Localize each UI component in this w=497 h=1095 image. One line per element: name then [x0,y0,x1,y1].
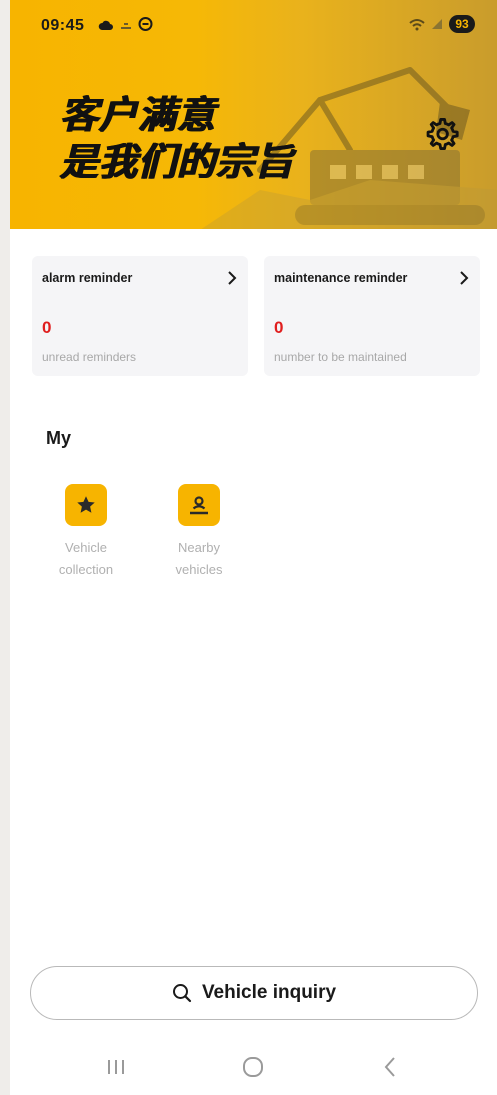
alarm-count: 0 [42,318,52,337]
home-icon [243,1057,263,1077]
chevron-right-icon [460,271,469,285]
app-screen: 09:45 93 客户满意 是我们的宗旨 alarm reminder 0 un… [10,0,497,1095]
nearby-vehicles-icon-tile [178,484,220,526]
vehicle-collection-button[interactable]: Vehicle collection [46,484,126,581]
slogan-line-2: 是我们的宗旨 [60,142,295,184]
vehicle-collection-icon-tile [65,484,107,526]
maintenance-subtitle: number to be maintained [274,350,407,364]
signal-small-icon [121,22,131,29]
nearby-vehicles-label-line-1: Nearby [178,540,220,555]
message-icon [138,17,153,31]
status-right-icons: 93 [409,15,475,33]
hero-slogan: 客户满意 是我们的宗旨 [60,93,294,187]
battery-icon: 93 [449,15,475,33]
back-icon [384,1057,395,1077]
status-bar: 09:45 93 [10,0,497,52]
nearby-vehicles-button[interactable]: Nearby vehicles [159,484,239,581]
vehicle-inquiry-button[interactable]: Vehicle inquiry [30,966,478,1020]
search-icon [172,984,192,1003]
maintenance-count: 0 [274,318,284,337]
recents-icon [108,1060,124,1074]
vehicle-collection-label: Vehicle collection [46,537,126,581]
alarm-reminder-title: alarm reminder [42,271,133,285]
nearby-vehicles-label: Nearby vehicles [159,537,239,581]
maintenance-reminder-card[interactable]: maintenance reminder 0 number to be main… [264,256,480,376]
my-section-title: My [46,428,72,448]
settings-button[interactable] [420,112,464,156]
maintenance-reminder-title: maintenance reminder [274,271,408,285]
vehicle-inquiry-label: Vehicle inquiry [201,982,337,1003]
system-nav-bar [10,1040,497,1095]
status-time: 09:45 [41,17,85,34]
status-left-icons [98,17,153,32]
cloud-icon [98,20,113,30]
back-button[interactable] [372,1052,408,1082]
nearby-vehicles-label-line-2: vehicles [175,562,223,577]
cellular-icon [432,19,442,29]
vehicle-collection-label-line-2: collection [58,562,114,577]
slogan-line-1: 客户满意 [60,95,217,137]
hero-banner: 09:45 93 客户满意 是我们的宗旨 [10,0,497,229]
recents-button[interactable] [98,1052,134,1082]
vehicle-collection-label-line-1: Vehicle [65,540,107,555]
gear-icon [426,118,459,150]
wifi-icon [409,18,425,30]
star-icon [77,496,95,513]
chevron-right-icon [228,271,237,285]
alarm-subtitle: unread reminders [42,350,137,364]
alarm-reminder-card[interactable]: alarm reminder 0 unread reminders [32,256,248,376]
home-button[interactable] [235,1052,271,1082]
person-location-icon [190,496,208,515]
